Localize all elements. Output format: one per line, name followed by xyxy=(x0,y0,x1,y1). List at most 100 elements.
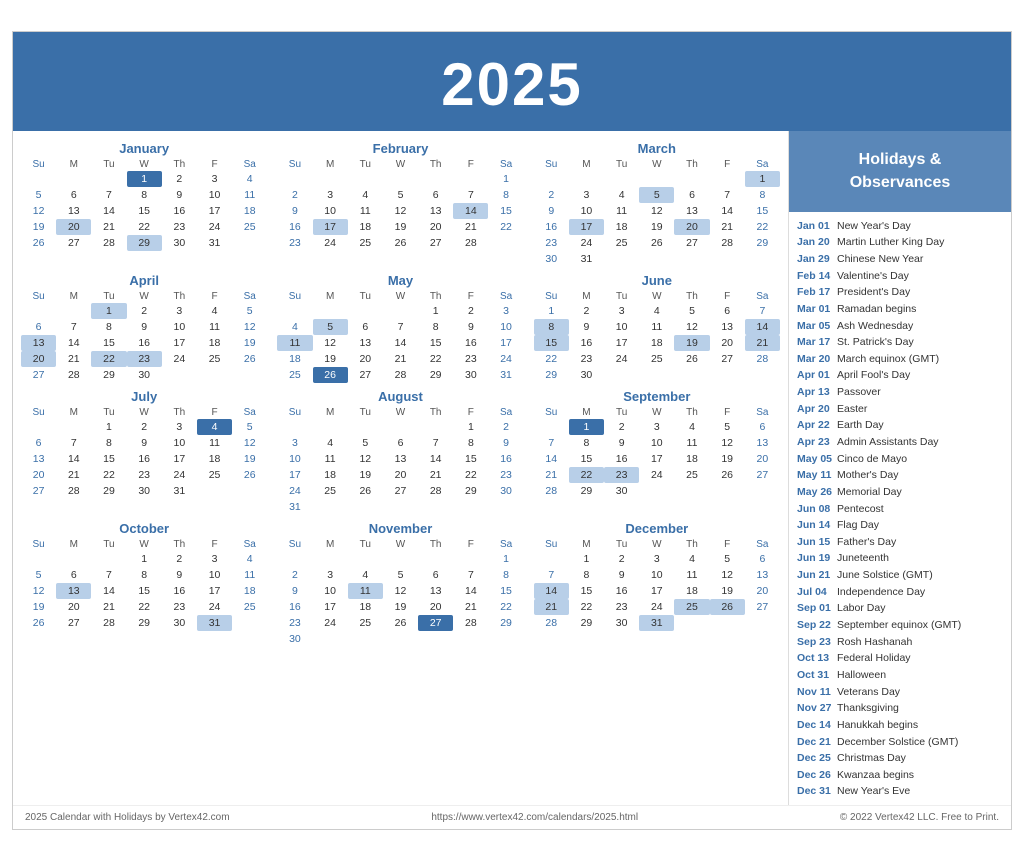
day-cell: 27 xyxy=(745,467,780,483)
day-cell: 6 xyxy=(56,567,91,583)
day-header-sa: Sa xyxy=(488,406,523,419)
day-cell xyxy=(418,419,453,435)
footer: 2025 Calendar with Holidays by Vertex42.… xyxy=(13,805,1011,829)
day-cell: 12 xyxy=(21,583,56,599)
day-cell: 26 xyxy=(232,467,267,483)
sidebar-item: Feb 14Valentine's Day xyxy=(797,268,1003,285)
day-cell xyxy=(674,483,709,499)
day-cell xyxy=(418,631,453,647)
month-table: SuMTuWThFSa12345678910111213141516171819… xyxy=(534,538,780,631)
holiday-date: Jun 14 xyxy=(797,519,837,533)
sidebar-item: Mar 20March equinox (GMT) xyxy=(797,351,1003,368)
day-cell: 18 xyxy=(674,583,709,599)
day-cell: 11 xyxy=(232,187,267,203)
day-cell: 15 xyxy=(488,583,523,599)
day-cell: 13 xyxy=(56,203,91,219)
day-cell xyxy=(21,171,56,187)
day-cell: 14 xyxy=(91,583,126,599)
day-cell: 21 xyxy=(710,219,745,235)
day-cell xyxy=(348,171,383,187)
day-cell: 14 xyxy=(710,203,745,219)
day-cell xyxy=(383,303,418,319)
day-cell: 16 xyxy=(277,219,312,235)
day-cell: 27 xyxy=(21,367,56,383)
sidebar-item: Jun 15Father's Day xyxy=(797,534,1003,551)
day-cell: 25 xyxy=(313,483,348,499)
day-cell: 13 xyxy=(56,583,91,599)
month-december: DecemberSuMTuWThFSa123456789101112131415… xyxy=(534,521,780,647)
day-cell xyxy=(488,235,523,251)
holiday-name: Chinese New Year xyxy=(837,253,923,267)
sidebar-item: May 11Mother's Day xyxy=(797,468,1003,485)
day-cell: 7 xyxy=(56,435,91,451)
day-cell: 29 xyxy=(127,235,162,251)
day-cell: 1 xyxy=(745,171,780,187)
day-header-sa: Sa xyxy=(232,538,267,551)
day-header-th: Th xyxy=(674,158,709,171)
holiday-date: Mar 01 xyxy=(797,303,837,317)
day-cell: 1 xyxy=(534,303,569,319)
day-cell: 3 xyxy=(313,567,348,583)
holiday-name: Independence Day xyxy=(837,586,925,600)
holiday-date: Dec 26 xyxy=(797,769,837,783)
sidebar-item: Sep 01Labor Day xyxy=(797,601,1003,618)
day-cell: 27 xyxy=(56,615,91,631)
day-cell: 4 xyxy=(232,171,267,187)
day-cell xyxy=(383,499,418,515)
sidebar-item: Jun 08Pentecost xyxy=(797,501,1003,518)
holiday-name: Cinco de Mayo xyxy=(837,453,907,467)
day-cell: 4 xyxy=(348,567,383,583)
holiday-name: Ramadan begins xyxy=(837,303,916,317)
day-cell: 26 xyxy=(21,235,56,251)
day-cell: 10 xyxy=(313,203,348,219)
month-table: SuMTuWThFSa12345678910111213141516171819… xyxy=(534,158,780,267)
day-cell: 14 xyxy=(418,451,453,467)
day-cell: 13 xyxy=(745,435,780,451)
day-cell: 22 xyxy=(127,599,162,615)
day-cell: 21 xyxy=(453,599,488,615)
day-cell: 14 xyxy=(383,335,418,351)
day-cell: 22 xyxy=(418,351,453,367)
day-cell: 5 xyxy=(348,435,383,451)
holiday-name: June Solstice (GMT) xyxy=(837,569,933,583)
sidebar-list: Jan 01New Year's DayJan 20Martin Luther … xyxy=(789,212,1011,804)
day-cell xyxy=(418,551,453,567)
day-cell: 31 xyxy=(639,615,674,631)
day-cell: 17 xyxy=(197,203,232,219)
day-cell: 22 xyxy=(534,351,569,367)
day-cell: 7 xyxy=(453,187,488,203)
day-cell: 4 xyxy=(348,187,383,203)
sidebar-item: Oct 13Federal Holiday xyxy=(797,651,1003,668)
day-cell: 1 xyxy=(127,551,162,567)
holiday-date: Sep 01 xyxy=(797,602,837,616)
day-cell xyxy=(453,551,488,567)
day-header-f: F xyxy=(710,290,745,303)
day-header-m: M xyxy=(56,158,91,171)
sidebar-item: Dec 21December Solstice (GMT) xyxy=(797,734,1003,751)
holiday-name: Earth Day xyxy=(837,419,884,433)
day-cell: 4 xyxy=(232,551,267,567)
day-cell: 23 xyxy=(604,599,639,615)
day-cell: 4 xyxy=(313,435,348,451)
day-cell: 26 xyxy=(313,367,348,383)
day-cell: 17 xyxy=(604,335,639,351)
holiday-name: December Solstice (GMT) xyxy=(837,736,958,750)
sidebar: Holidays &Observances Jan 01New Year's D… xyxy=(789,131,1011,804)
day-cell: 25 xyxy=(277,367,312,383)
sidebar-item: Mar 17St. Patrick's Day xyxy=(797,335,1003,352)
day-cell: 11 xyxy=(674,567,709,583)
day-cell: 30 xyxy=(277,631,312,647)
day-cell: 8 xyxy=(488,567,523,583)
day-cell: 4 xyxy=(277,319,312,335)
day-cell: 21 xyxy=(56,351,91,367)
day-cell: 23 xyxy=(162,219,197,235)
day-header-th: Th xyxy=(418,158,453,171)
day-cell: 20 xyxy=(21,467,56,483)
holiday-date: May 05 xyxy=(797,453,837,467)
day-cell: 27 xyxy=(745,599,780,615)
day-cell: 10 xyxy=(197,567,232,583)
holiday-name: Rosh Hashanah xyxy=(837,636,912,650)
day-cell: 21 xyxy=(534,599,569,615)
day-cell xyxy=(313,499,348,515)
month-title: June xyxy=(534,273,780,288)
